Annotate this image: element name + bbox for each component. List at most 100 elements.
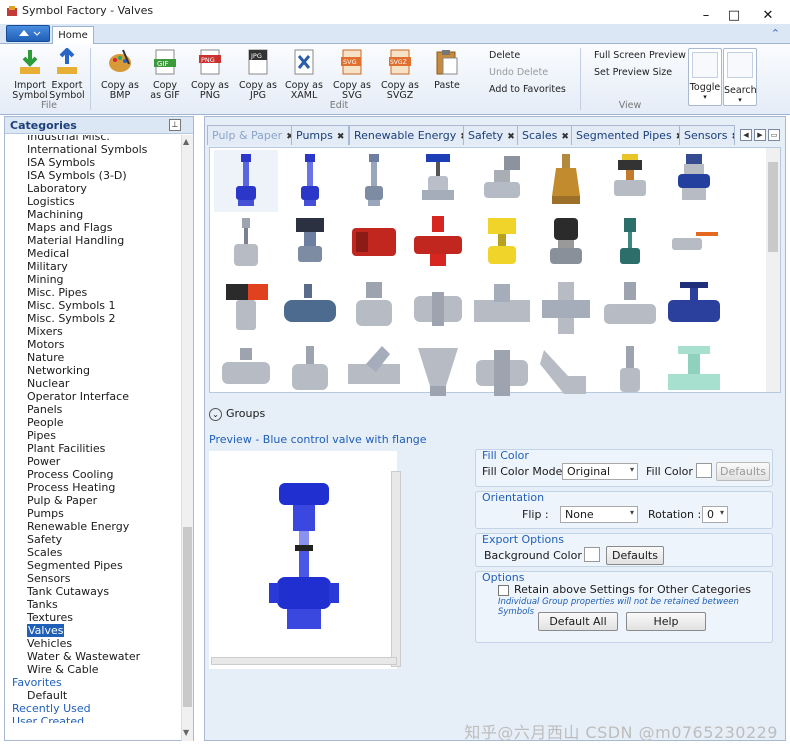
- valve-symbol-coupling[interactable]: [406, 278, 470, 340]
- valve-symbol-blue-flanged[interactable]: [214, 150, 278, 212]
- copy-png-button[interactable]: PNG Copy as PNG: [190, 48, 230, 101]
- rotation-select[interactable]: 0 ▾: [702, 506, 728, 523]
- category-item[interactable]: Process Cooling: [27, 468, 113, 481]
- category-item[interactable]: Segmented Pipes: [27, 559, 123, 572]
- category-item[interactable]: Industrial Misc.: [27, 135, 110, 143]
- valve-symbol-red-actuator[interactable]: [214, 278, 278, 340]
- copy-bmp-button[interactable]: Copy as BMP: [100, 48, 140, 101]
- valve-symbol-mint[interactable]: [662, 342, 726, 404]
- category-item[interactable]: International Symbols: [27, 143, 147, 156]
- category-item[interactable]: Power: [27, 455, 60, 468]
- copy-svgz-button[interactable]: SVGZ Copy as SVGZ: [380, 48, 420, 101]
- groups-toggle[interactable]: ⌄ Groups: [209, 407, 265, 421]
- valve-symbol-globe[interactable]: [598, 278, 662, 340]
- tab-list-icon[interactable]: ▭: [768, 129, 780, 141]
- category-item[interactable]: Medical: [27, 247, 69, 260]
- toggle-button[interactable]: Toggle ▾: [688, 48, 722, 106]
- category-item[interactable]: Military: [27, 260, 68, 273]
- full-screen-preview-button[interactable]: Full Screen Preview: [594, 50, 686, 61]
- valve-symbol-dark-actuator[interactable]: [278, 214, 342, 276]
- valve-symbol-needle[interactable]: [214, 214, 278, 276]
- valve-symbol-yellow-top[interactable]: [598, 150, 662, 212]
- valve-symbol-blue[interactable]: [278, 150, 342, 212]
- valve-symbol-gray-gate[interactable]: [342, 278, 406, 340]
- category-item[interactable]: Networking: [27, 364, 90, 377]
- valve-symbol-blue-body[interactable]: [662, 150, 726, 212]
- category-item[interactable]: Scales: [27, 546, 62, 559]
- valve-symbol-positioner[interactable]: [470, 150, 534, 212]
- valve-symbol-black-actuator[interactable]: [534, 214, 598, 276]
- user-created-header[interactable]: User Created: [12, 715, 84, 723]
- valve-symbol-tee-flanged[interactable]: [534, 278, 598, 340]
- category-item[interactable]: Tanks: [27, 598, 58, 611]
- valve-symbol-blue-ball[interactable]: [278, 278, 342, 340]
- tab-home[interactable]: Home: [52, 26, 94, 44]
- tab-safety[interactable]: Safety ✖: [463, 125, 520, 145]
- category-item[interactable]: Plant Facilities: [27, 442, 105, 455]
- category-item[interactable]: Maps and Flags: [27, 221, 112, 234]
- tab-pulp-paper[interactable]: Pulp & Paper ✖: [207, 125, 299, 145]
- valve-symbol-red-gate[interactable]: [406, 214, 470, 276]
- category-item[interactable]: Renewable Energy: [27, 520, 129, 533]
- tab-renewable-energy[interactable]: Renewable Energy✖: [349, 125, 473, 145]
- category-item[interactable]: ISA Symbols: [27, 156, 95, 169]
- valve-symbol-tee[interactable]: [470, 278, 534, 340]
- category-item[interactable]: Operator Interface: [27, 390, 129, 403]
- valve-symbol-actuated[interactable]: [406, 150, 470, 212]
- category-item[interactable]: Pumps: [27, 507, 64, 520]
- category-item[interactable]: Sensors: [27, 572, 70, 585]
- valve-symbol-y-strainer[interactable]: [342, 342, 406, 404]
- tab-segmented-pipes[interactable]: Segmented Pipes✖: [571, 125, 689, 145]
- copy-svg-button[interactable]: SVG Copy as SVG: [332, 48, 372, 101]
- category-item[interactable]: Pipes: [27, 429, 56, 442]
- tab-scroll-right-icon[interactable]: ▶: [754, 129, 766, 141]
- valve-symbol-sampling[interactable]: [598, 342, 662, 404]
- category-item[interactable]: Motors: [27, 338, 65, 351]
- category-item[interactable]: Nuclear: [27, 377, 69, 390]
- category-item[interactable]: Safety: [27, 533, 62, 546]
- category-item-default[interactable]: Default: [27, 689, 67, 702]
- fill-color-swatch[interactable]: [696, 463, 712, 478]
- set-preview-size-button[interactable]: Set Preview Size: [594, 67, 672, 78]
- recently-used-header[interactable]: Recently Used: [12, 702, 91, 715]
- valve-symbol-gray[interactable]: [342, 150, 406, 212]
- collapse-ribbon-icon[interactable]: ⌃: [771, 27, 780, 40]
- background-color-swatch[interactable]: [584, 547, 600, 562]
- category-item[interactable]: People: [27, 416, 64, 429]
- export-symbol-button[interactable]: Export Symbol: [49, 47, 85, 101]
- tab-sensors[interactable]: Sensors✖: [679, 125, 735, 145]
- copy-jpg-button[interactable]: JPG Copy as JPG: [238, 48, 278, 101]
- help-button[interactable]: Help: [626, 612, 706, 631]
- close-icon[interactable]: ✖: [561, 132, 569, 142]
- delete-button[interactable]: Delete: [489, 50, 520, 61]
- category-item[interactable]: Panels: [27, 403, 62, 416]
- category-list[interactable]: Industrial Misc. International Symbols I…: [5, 135, 181, 723]
- tab-scales[interactable]: Scales ✖: [517, 125, 574, 145]
- category-item[interactable]: Laboratory: [27, 182, 87, 195]
- paste-button[interactable]: Paste: [428, 48, 466, 91]
- category-item[interactable]: Process Heating: [27, 481, 115, 494]
- category-item[interactable]: Material Handling: [27, 234, 124, 247]
- close-icon[interactable]: ✖: [337, 132, 345, 142]
- preview-vscroll[interactable]: [391, 471, 401, 667]
- category-item[interactable]: ISA Symbols (3-D): [27, 169, 127, 182]
- flip-select[interactable]: None ▾: [560, 506, 638, 523]
- scroll-down-icon[interactable]: ▼: [183, 728, 189, 737]
- valve-symbol-ball[interactable]: [214, 342, 278, 404]
- category-item[interactable]: Vehicles: [27, 637, 72, 650]
- tab-pumps[interactable]: Pumps ✖: [291, 125, 350, 145]
- category-item[interactable]: Water & Wastewater: [27, 650, 140, 663]
- valve-symbol-yellow[interactable]: [470, 214, 534, 276]
- category-item[interactable]: Misc. Symbols 1: [27, 299, 116, 312]
- add-favorites-button[interactable]: Add to Favorites: [489, 84, 566, 95]
- category-item[interactable]: Wire & Cable: [27, 663, 99, 676]
- app-menu-button[interactable]: [6, 25, 50, 42]
- close-icon[interactable]: ✖: [731, 132, 734, 142]
- valve-symbol-lever[interactable]: [662, 214, 726, 276]
- preview-hscroll[interactable]: [211, 657, 397, 665]
- category-item[interactable]: Nature: [27, 351, 64, 364]
- category-item[interactable]: Mining: [27, 273, 64, 286]
- close-button[interactable]: ✕: [750, 6, 786, 26]
- copy-gif-button[interactable]: GIF Copy as GIF: [146, 48, 184, 101]
- scroll-up-icon[interactable]: ▲: [183, 137, 189, 146]
